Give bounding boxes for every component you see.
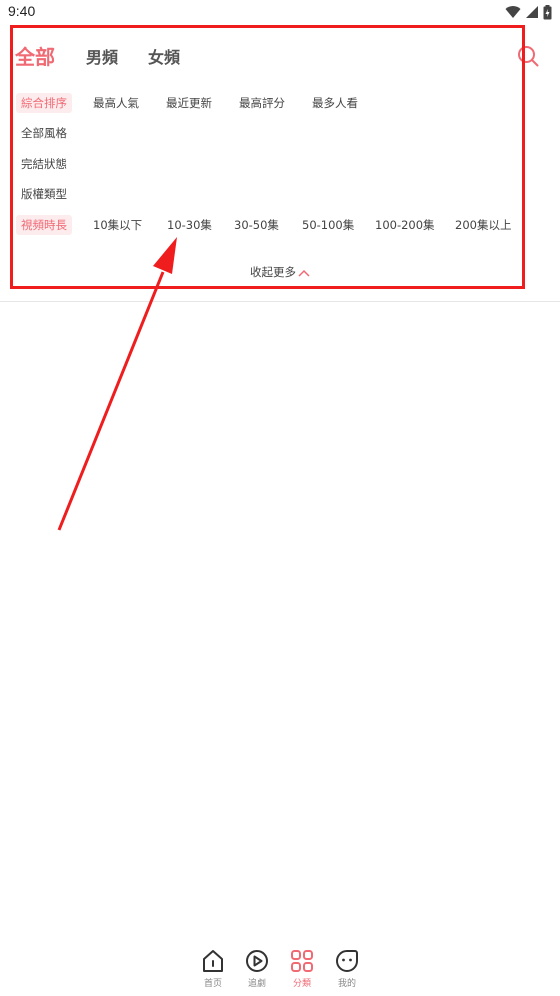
nav-item-follow[interactable]: 追劇 [237, 948, 277, 989]
nav-label-follow: 追劇 [247, 979, 266, 989]
filter-length-30-50[interactable]: 30-50集 [229, 215, 284, 235]
status-time: 9:40 [8, 3, 36, 19]
tab-all[interactable]: 全部 [15, 41, 55, 70]
nav-item-profile[interactable]: 我的 [327, 948, 367, 989]
filter-length-under10[interactable]: 10集以下 [88, 215, 147, 235]
chevron-up-icon [298, 269, 310, 277]
filter-length-100-200[interactable]: 100-200集 [370, 215, 440, 235]
collapse-more-label: 收起更多 [250, 265, 296, 279]
nav-label-home: 首页 [203, 979, 222, 989]
divider [0, 301, 560, 302]
profile-icon [336, 950, 358, 972]
collapse-more-button[interactable]: 收起更多 [0, 264, 560, 280]
signal-icon [526, 6, 538, 18]
filter-row-style: 全部風格 [0, 123, 560, 147]
filter-length-50-100[interactable]: 50-100集 [297, 215, 359, 235]
wifi-icon [505, 6, 521, 19]
filter-copyright[interactable]: 版權類型 [16, 184, 72, 204]
tab-male[interactable]: 男頻 [86, 44, 118, 68]
filter-row-length: 視頻時長 10集以下 10-30集 30-50集 50-100集 100-200… [0, 215, 560, 239]
grid-icon [291, 950, 313, 972]
filter-row-status: 完結狀態 [0, 154, 560, 178]
filter-sort-recent[interactable]: 最近更新 [161, 93, 217, 113]
nav-item-home[interactable]: 首页 [193, 948, 233, 989]
nav-item-category[interactable]: 分類 [282, 948, 322, 989]
filter-sort-rating[interactable]: 最高評分 [234, 93, 290, 113]
nav-label-category: 分類 [292, 979, 311, 989]
filter-row-copyright: 版權類型 [0, 184, 560, 208]
filter-sort-views[interactable]: 最多人看 [307, 93, 363, 113]
play-icon [246, 950, 268, 972]
nav-label-profile: 我的 [337, 979, 356, 989]
home-icon [203, 950, 223, 972]
status-bar: 9:40 [0, 0, 560, 24]
filter-sort-popular[interactable]: 最高人氣 [88, 93, 144, 113]
filter-style-all[interactable]: 全部風格 [16, 123, 72, 143]
category-tabs: 全部 男頻 女頻 [0, 36, 560, 76]
annotation-arrow [57, 237, 177, 531]
status-icons [505, 3, 552, 21]
battery-icon [543, 4, 552, 19]
filter-length-all[interactable]: 視頻時長 [16, 215, 72, 235]
filter-length-10-30[interactable]: 10-30集 [162, 215, 217, 235]
filter-length-over200[interactable]: 200集以上 [450, 215, 516, 235]
tab-female[interactable]: 女頻 [148, 44, 180, 68]
search-icon[interactable] [516, 44, 540, 68]
bottom-nav: 首页 追劇 分類 我的 [0, 944, 560, 996]
filter-sort-all[interactable]: 綜合排序 [16, 93, 72, 113]
filter-row-sort: 綜合排序 最高人氣 最近更新 最高評分 最多人看 [0, 93, 560, 117]
filter-status[interactable]: 完結狀態 [16, 154, 72, 174]
